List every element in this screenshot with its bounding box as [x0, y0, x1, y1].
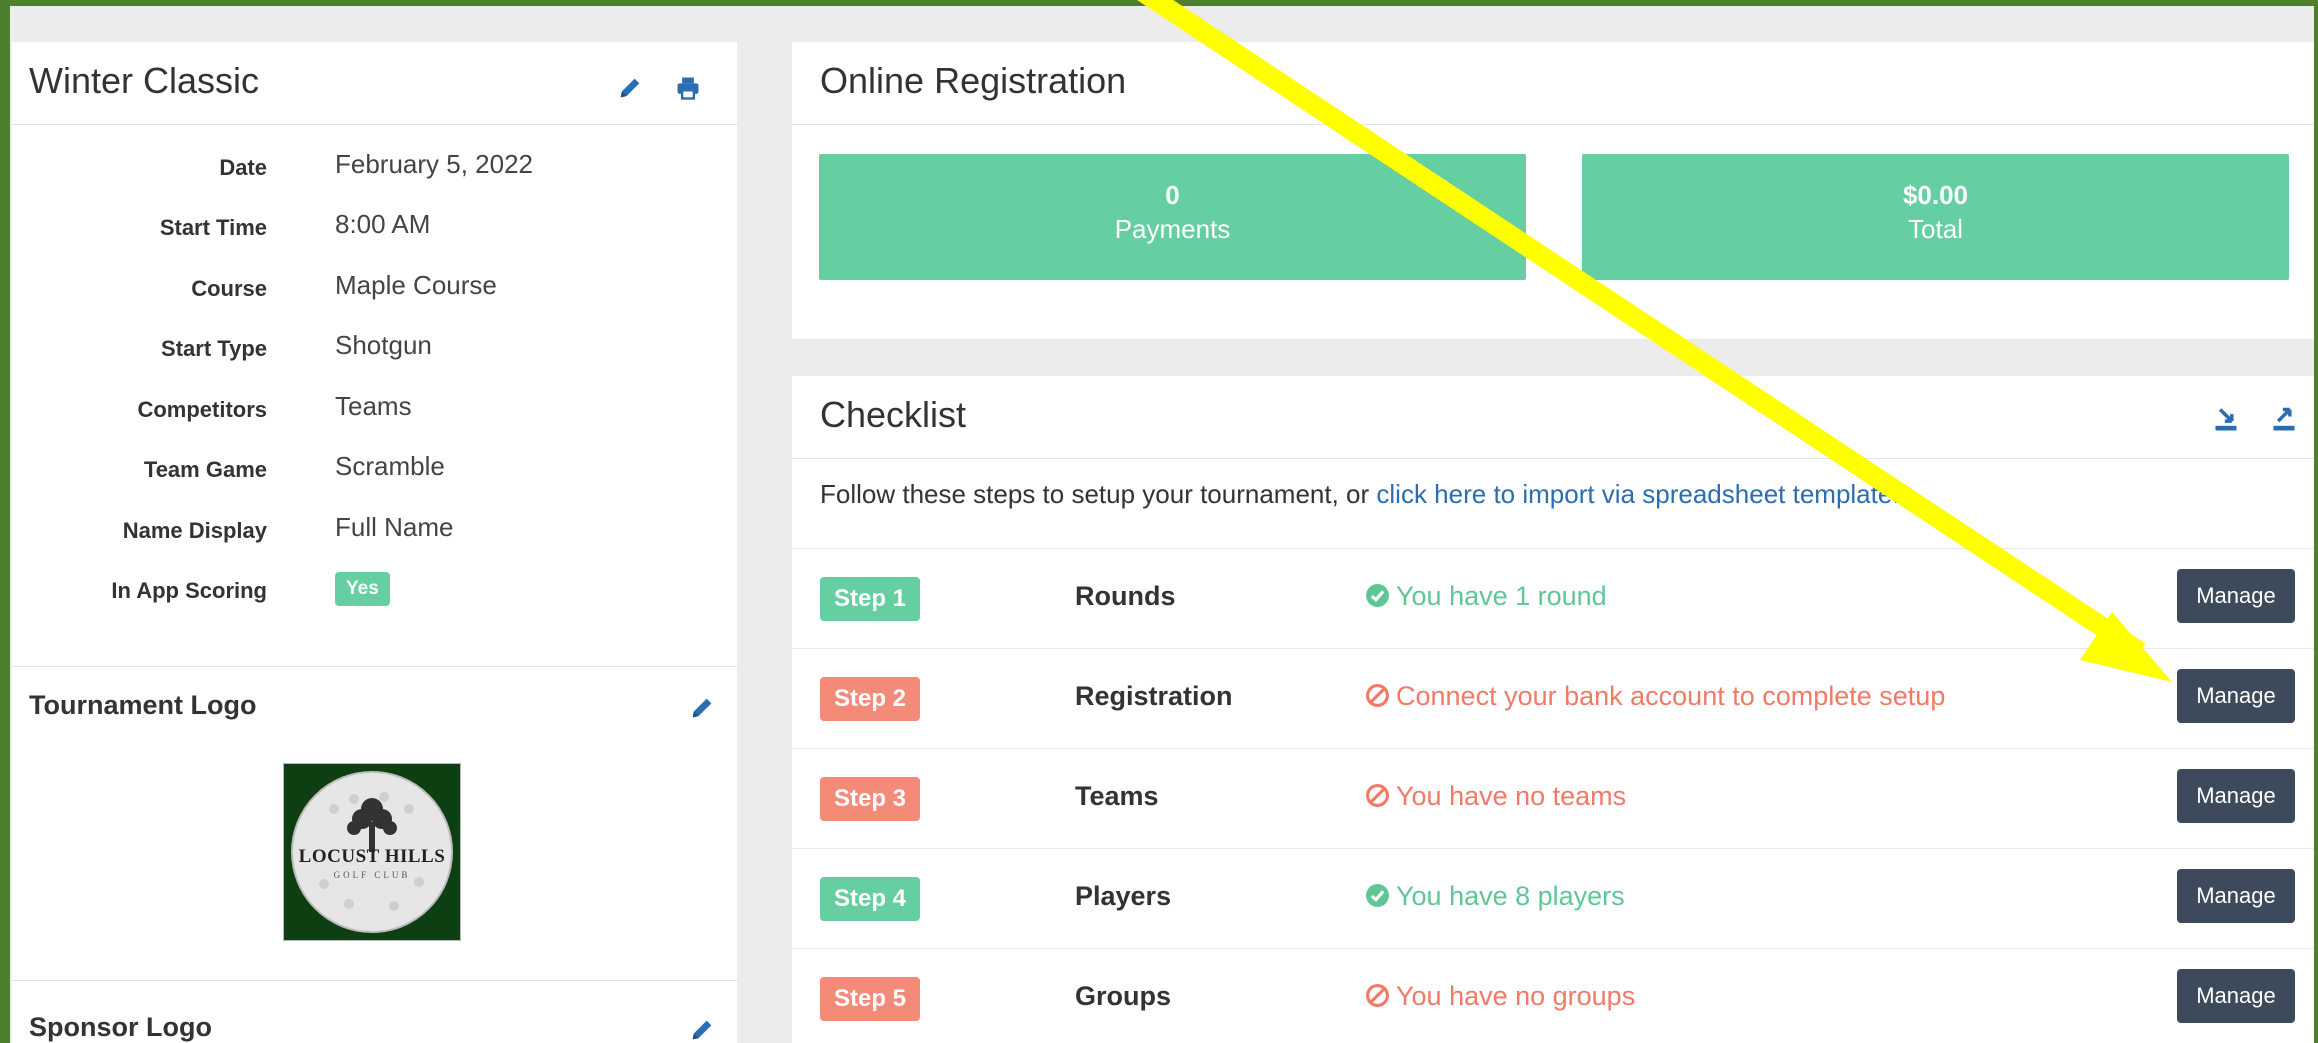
step-status-text: You have 1 round — [1396, 581, 1607, 611]
step-badge: Step 1 — [820, 577, 920, 621]
divider — [792, 124, 2314, 125]
manage-teams-button[interactable]: Manage — [2177, 769, 2295, 823]
event-details: Date February 5, 2022 Start Time 8:00 AM… — [12, 125, 737, 667]
pencil-icon[interactable] — [616, 74, 644, 102]
payments-count: 0 — [1165, 180, 1180, 210]
checklist-step-row: Step 4 Players You have 8 players Manage — [792, 848, 2314, 949]
step-badge: Step 2 — [820, 677, 920, 721]
checklist-title: Checklist — [820, 394, 967, 435]
checklist-intro: Follow these steps to setup your tournam… — [820, 479, 1900, 510]
ban-icon — [1365, 683, 1390, 708]
step-status: You have 8 players — [1365, 881, 1625, 912]
detail-label: Team Game — [143, 457, 267, 482]
checklist-intro-text: Follow these steps to setup your tournam… — [820, 479, 1377, 509]
detail-row-course: Course Maple Course — [12, 266, 737, 306]
import-spreadsheet-link[interactable]: click here to import via spreadsheet tem… — [1376, 479, 1899, 509]
detail-value: Maple Course — [335, 270, 497, 300]
print-icon[interactable] — [674, 74, 702, 102]
detail-row-competitors: Competitors Teams — [12, 387, 737, 427]
online-registration-title: Online Registration — [820, 60, 1127, 101]
total-amount: $0.00 — [1902, 180, 1969, 210]
step-name: Rounds — [1075, 581, 1176, 611]
checklist-step-row: Step 1 Rounds You have 1 round Manage — [792, 548, 2314, 649]
import-icon[interactable] — [2212, 406, 2240, 434]
step-badge: Step 3 — [820, 777, 920, 821]
manage-groups-button[interactable]: Manage — [2177, 969, 2295, 1023]
step-badge: Step 4 — [820, 877, 920, 921]
detail-label: Competitors — [137, 397, 267, 422]
check-circle-icon — [1365, 883, 1390, 908]
event-title: Winter Classic — [29, 60, 260, 101]
checklist-step-row: Step 2 Registration Connect your bank ac… — [792, 648, 2314, 749]
detail-row-start-time: Start Time 8:00 AM — [12, 205, 737, 245]
detail-label: Date — [219, 155, 267, 180]
detail-label: Start Type — [161, 336, 267, 361]
check-circle-icon — [1365, 583, 1390, 608]
payments-label: Payments — [1114, 214, 1231, 244]
step-status-text: Connect your bank account to complete se… — [1396, 681, 1946, 711]
checklist-step-row: Step 5 Groups You have no groups Manage — [792, 948, 2314, 1043]
export-icon[interactable] — [2270, 406, 2298, 434]
detail-value: Teams — [335, 391, 412, 421]
step-status-text: You have 8 players — [1396, 881, 1625, 911]
step-status-text: You have no teams — [1396, 781, 1627, 811]
divider — [12, 980, 737, 981]
ban-icon — [1365, 783, 1390, 808]
status-badge: Yes — [335, 572, 390, 606]
step-status: You have 1 round — [1365, 581, 1607, 612]
step-status-text: You have no groups — [1396, 981, 1636, 1011]
online-registration-panel: Online Registration 0 Payments $0.00 Tot… — [792, 42, 2314, 339]
step-status: You have no teams — [1365, 781, 1626, 812]
detail-value: February 5, 2022 — [335, 149, 534, 179]
pencil-icon[interactable] — [688, 694, 716, 722]
logo-subtext: GOLF CLUB — [333, 870, 411, 880]
manage-rounds-button[interactable]: Manage — [2177, 569, 2295, 623]
tournament-logo-title: Tournament Logo — [29, 690, 257, 720]
step-status: You have no groups — [1365, 981, 1635, 1012]
logo-text: LOCUST HILLS — [298, 846, 446, 867]
page: Winter Classic Date February 5, 2022 Sta… — [10, 6, 2314, 1043]
detail-row-in-app-scoring: In App Scoring Yes — [12, 568, 737, 608]
step-name: Registration — [1075, 681, 1233, 711]
step-name: Groups — [1075, 981, 1172, 1011]
step-name: Teams — [1075, 781, 1159, 811]
divider — [792, 458, 2314, 459]
step-status: Connect your bank account to complete se… — [1365, 681, 1945, 712]
detail-row-start-type: Start Type Shotgun — [12, 326, 737, 366]
manage-players-button[interactable]: Manage — [2177, 869, 2295, 923]
checklist-panel: Checklist Follow these steps to setup yo… — [792, 376, 2314, 1043]
detail-row-name-display: Name Display Full Name — [12, 508, 737, 548]
detail-value: Full Name — [335, 512, 454, 542]
pencil-icon[interactable] — [688, 1016, 716, 1043]
detail-label: In App Scoring — [111, 578, 267, 603]
tournament-logo-image: LOCUST HILLS GOLF CLUB — [283, 763, 461, 941]
sponsor-logo-title: Sponsor Logo — [29, 1012, 212, 1042]
detail-row-team-game: Team Game Scramble — [12, 447, 737, 487]
detail-label: Name Display — [122, 518, 267, 543]
ban-icon — [1365, 983, 1390, 1008]
step-badge: Step 5 — [820, 977, 920, 1021]
step-name: Players — [1075, 881, 1172, 911]
total-tile: $0.00 Total — [1582, 154, 2289, 280]
detail-value: Scramble — [335, 451, 445, 481]
detail-label: Start Time — [159, 215, 267, 240]
detail-value: 8:00 AM — [335, 209, 431, 239]
event-details-panel: Winter Classic Date February 5, 2022 Sta… — [12, 42, 737, 1043]
detail-value: Shotgun — [335, 330, 432, 360]
detail-row-date: Date February 5, 2022 — [12, 145, 737, 185]
event-header: Winter Classic — [12, 42, 737, 125]
total-label: Total — [1908, 214, 1963, 244]
checklist-step-row: Step 3 Teams You have no teams Manage — [792, 748, 2314, 849]
payments-tile: 0 Payments — [819, 154, 1526, 280]
detail-label: Course — [191, 276, 267, 301]
manage-registration-button[interactable]: Manage — [2177, 669, 2295, 723]
